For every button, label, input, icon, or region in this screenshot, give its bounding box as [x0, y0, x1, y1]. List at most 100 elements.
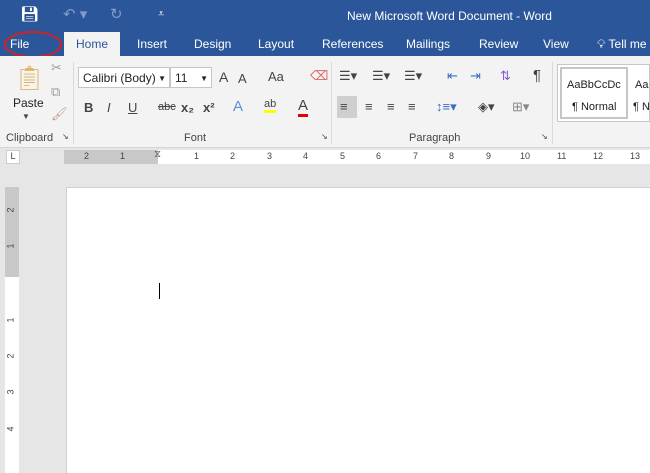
ruler-number: 1	[194, 151, 200, 161]
undo-icon[interactable]: ↶ ▾	[63, 5, 87, 23]
paragraph-group-label: Paragraph	[409, 132, 461, 144]
tab-design[interactable]: Design	[194, 37, 231, 51]
paste-button[interactable]: Paste	[13, 96, 44, 110]
window-title: New Microsoft Word Document - Word	[347, 9, 552, 23]
style-name: ¶ N	[633, 101, 650, 113]
highlight-button[interactable]: ab	[264, 98, 277, 113]
ruler-number: 1	[120, 151, 126, 161]
ruler-number: 11	[557, 151, 567, 161]
numbering-icon[interactable]: ☰▾	[372, 68, 390, 84]
divider	[331, 62, 332, 144]
ruler-left-margin	[64, 150, 158, 164]
ruler-number: 7	[413, 151, 419, 161]
ruler-number: 4	[303, 151, 309, 161]
strikethrough-button[interactable]: abc	[158, 101, 176, 113]
style-no-spacing[interactable]: Aa ¶ N	[631, 67, 650, 119]
clipboard-group-label: Clipboard	[6, 132, 54, 144]
borders-icon[interactable]: ⊞▾	[512, 99, 529, 115]
tab-home[interactable]: Home	[64, 32, 121, 56]
style-normal[interactable]: AaBbCcDc ¶ Normal	[560, 67, 628, 119]
paste-icon[interactable]: 📋︎	[14, 64, 44, 93]
ruler-number: 4	[5, 426, 16, 432]
clipboard-launcher-icon[interactable]: ↘	[62, 132, 69, 141]
ruler-number: 2	[5, 353, 16, 359]
change-case-button[interactable]: Aa	[268, 69, 284, 84]
decrease-indent-icon[interactable]: ⇤	[447, 68, 458, 84]
multilevel-list-icon[interactable]: ☰▾	[404, 68, 422, 84]
ruler-number: 10	[520, 151, 531, 161]
ruler-number: 6	[376, 151, 382, 161]
ruler-number: 12	[593, 151, 604, 161]
clear-formatting-icon[interactable]: ⌫	[310, 68, 328, 84]
sort-icon[interactable]: ⇅	[500, 68, 511, 84]
ruler-number: 1	[5, 317, 16, 323]
divider	[552, 62, 553, 144]
shading-icon[interactable]: ◈▾	[478, 99, 495, 115]
tab-insert[interactable]: Insert	[137, 37, 167, 51]
ribbon-tabs: File Home Insert Design Layout Reference…	[0, 32, 650, 56]
show-formatting-button[interactable]: ¶	[533, 67, 541, 84]
tab-layout[interactable]: Layout	[258, 37, 294, 51]
underline-button[interactable]: U	[128, 100, 137, 115]
styles-gallery: AaBbCcDc ¶ Normal Aa ¶ N	[557, 64, 650, 122]
ruler-number: 5	[340, 151, 346, 161]
tab-selector[interactable]: L	[6, 150, 20, 164]
cut-icon[interactable]: ✂	[51, 60, 62, 76]
italic-button[interactable]: I	[107, 100, 111, 115]
subscript-button[interactable]: x₂	[181, 100, 194, 115]
font-size-select[interactable]: 11 ▼	[170, 67, 212, 88]
ruler-top-margin	[5, 187, 19, 277]
font-color-button[interactable]: A	[298, 97, 309, 117]
lightbulb-icon: 💡︎	[597, 37, 606, 51]
ruler-number: 2	[84, 151, 90, 161]
ruler-number: 9	[486, 151, 492, 161]
font-launcher-icon[interactable]: ↘	[321, 132, 328, 141]
align-left-icon[interactable]: ≡	[337, 96, 357, 118]
tab-review[interactable]: Review	[479, 37, 518, 51]
save-icon[interactable]: 💾︎	[20, 5, 39, 23]
font-size-value: 11	[175, 71, 188, 85]
text-cursor	[159, 283, 160, 299]
superscript-button[interactable]: x²	[203, 100, 215, 115]
style-preview: Aa	[635, 79, 649, 91]
indent-marker-icon[interactable]: ⧖	[154, 149, 161, 160]
format-painter-icon[interactable]: 🖌︎	[51, 106, 68, 122]
justify-icon[interactable]: ≡	[408, 99, 416, 114]
paragraph-launcher-icon[interactable]: ↘	[541, 132, 548, 141]
tab-references[interactable]: References	[322, 37, 383, 51]
font-name-value: Calibri (Body)	[83, 71, 156, 85]
tab-mailings[interactable]: Mailings	[406, 37, 450, 51]
font-name-select[interactable]: Calibri (Body) ▼	[78, 67, 170, 88]
tell-me-search[interactable]: 💡︎ Tell me	[597, 37, 647, 52]
align-center-icon[interactable]: ≡	[365, 99, 373, 114]
bold-button[interactable]: B	[84, 100, 93, 115]
vertical-ruler[interactable]: 2 1 1 2 3 4	[5, 187, 19, 473]
tab-view[interactable]: View	[543, 37, 569, 51]
shrink-font-button[interactable]: A	[238, 71, 247, 86]
font-group-label: Font	[184, 132, 207, 144]
ruler-number: 3	[5, 389, 16, 395]
copy-icon[interactable]: ⧉	[51, 84, 60, 100]
ruler-number: 2	[230, 151, 236, 161]
ruler-number: 2	[5, 207, 16, 213]
tell-me-label: Tell me	[608, 37, 647, 51]
ribbon: 📋︎ Paste ▼ ✂ ⧉ 🖌︎ Clipboard ↘ Calibri (B…	[0, 56, 650, 148]
redo-icon[interactable]: ↻	[110, 5, 123, 23]
paste-dropdown-icon[interactable]: ▼	[22, 112, 30, 121]
style-preview: AaBbCcDc	[567, 79, 621, 91]
file-highlight-circle	[4, 31, 62, 58]
bullets-icon[interactable]: ☰▾	[339, 68, 357, 84]
align-right-icon[interactable]: ≡	[387, 99, 395, 114]
document-page[interactable]	[66, 187, 650, 473]
ruler-number: 8	[449, 151, 455, 161]
horizontal-ruler[interactable]: 2 1 ⧖ 1 2 3 4 5 6 7 8 9 10 11 12 13	[64, 149, 650, 164]
customize-icon[interactable]: ⩡	[158, 8, 164, 21]
ruler-number: 1	[5, 243, 16, 249]
grow-font-button[interactable]: A	[219, 69, 228, 85]
line-spacing-icon[interactable]: ↕≡▾	[436, 99, 457, 115]
title-bar: 💾︎ ↶ ▾ ↻ ⩡ New Microsoft Word Document -…	[0, 0, 650, 32]
ruler-number: 3	[267, 151, 273, 161]
text-effects-button[interactable]: A	[233, 98, 243, 115]
style-name: ¶ Normal	[572, 101, 617, 113]
increase-indent-icon[interactable]: ⇥	[470, 68, 481, 84]
